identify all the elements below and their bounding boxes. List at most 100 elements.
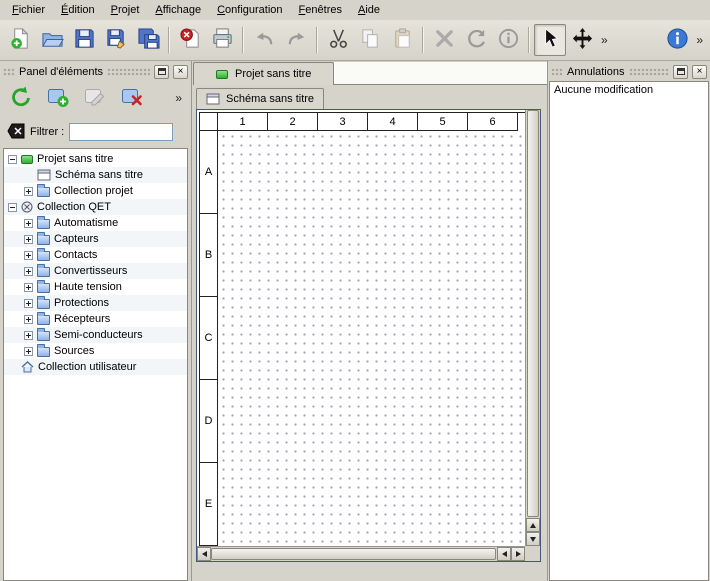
- column-header: 4: [368, 113, 418, 131]
- edit-element-button[interactable]: [80, 83, 110, 113]
- expand-toggle[interactable]: [24, 219, 33, 228]
- collapse-toggle[interactable]: [8, 203, 17, 212]
- undo-dock-title: Annulations: [567, 66, 625, 78]
- scissors-icon: [327, 27, 350, 53]
- tree-item-recepteurs[interactable]: Récepteurs: [4, 311, 187, 327]
- menu-affichage[interactable]: Affichage: [147, 1, 209, 19]
- delete-element-button[interactable]: [117, 83, 147, 113]
- dock-float-button[interactable]: [673, 65, 688, 79]
- expand-toggle[interactable]: [24, 331, 33, 340]
- save-all-button[interactable]: [132, 24, 164, 56]
- undo-list[interactable]: Aucune modification: [549, 81, 709, 581]
- toolbar-overflow-chevron[interactable]: »: [598, 33, 611, 47]
- tree-item-automatisme[interactable]: Automatisme: [4, 215, 187, 231]
- expand-toggle[interactable]: [24, 347, 33, 356]
- redo-button[interactable]: [280, 24, 312, 56]
- menu-configuration[interactable]: Configuration: [209, 1, 290, 19]
- close-icon: ×: [697, 67, 703, 77]
- scroll-right-button[interactable]: [511, 547, 525, 561]
- undo-dock-titlebar[interactable]: Annulations ×: [548, 63, 710, 80]
- elements-tree: Projet sans titre Schéma sans titre Coll…: [3, 148, 188, 581]
- tree-item-schema[interactable]: Schéma sans titre: [4, 167, 187, 183]
- tree-item-haute-tension[interactable]: Haute tension: [4, 279, 187, 295]
- move-mode-button[interactable]: [566, 24, 598, 56]
- horizontal-scrollbar-thumb[interactable]: [211, 548, 496, 560]
- schema-canvas[interactable]: 1 2 3 4 5 6 A B C D: [197, 110, 525, 546]
- open-project-button[interactable]: [36, 24, 68, 56]
- dock-close-button[interactable]: ×: [692, 65, 707, 79]
- reload-collections-button[interactable]: [6, 83, 36, 113]
- menu-fichier[interactable]: Fichier: [4, 1, 53, 19]
- new-document-button[interactable]: [4, 24, 36, 56]
- tree-item-protections[interactable]: Protections: [4, 295, 187, 311]
- tree-item-capteurs[interactable]: Capteurs: [4, 231, 187, 247]
- dock-close-button[interactable]: ×: [173, 65, 188, 79]
- scroll-left-button-2[interactable]: [497, 547, 511, 561]
- schema-view: 1 2 3 4 5 6 A B C D: [196, 109, 541, 562]
- save-as-button[interactable]: [100, 24, 132, 56]
- schema-tab-label: Schéma sans titre: [226, 93, 314, 105]
- tree-item-sources[interactable]: Sources: [4, 343, 187, 359]
- tab-schema[interactable]: Schéma sans titre: [196, 88, 324, 109]
- menu-projet[interactable]: Projet: [103, 1, 148, 19]
- open-folder-icon: [41, 27, 64, 53]
- toolbar-overflow-right-chevron[interactable]: »: [693, 33, 706, 47]
- collapse-toggle[interactable]: [8, 155, 17, 164]
- elements-panel-titlebar[interactable]: Panel d'éléments ×: [0, 63, 191, 80]
- tree-item-contacts[interactable]: Contacts: [4, 247, 187, 263]
- tree-item-collection-utilisateur[interactable]: Collection utilisateur: [4, 359, 187, 375]
- tree-item-convertisseurs[interactable]: Convertisseurs: [4, 263, 187, 279]
- tree-item-label: Collection utilisateur: [38, 361, 140, 373]
- rotate-button[interactable]: [460, 24, 492, 56]
- delete-button[interactable]: [428, 24, 460, 56]
- scroll-up-button[interactable]: [526, 518, 540, 532]
- new-element-button[interactable]: [43, 83, 73, 113]
- expand-toggle[interactable]: [24, 251, 33, 260]
- tree-item-label: Contacts: [54, 249, 101, 261]
- print-button[interactable]: [206, 24, 238, 56]
- save-button[interactable]: [68, 24, 100, 56]
- about-qet-button[interactable]: [661, 24, 693, 56]
- elements-panel-toolbar: »: [0, 80, 191, 116]
- expand-toggle[interactable]: [24, 315, 33, 324]
- rotate-icon: [465, 27, 488, 53]
- horizontal-scrollbar[interactable]: [197, 546, 525, 561]
- arrow-left-icon: [202, 551, 207, 557]
- scroll-left-button[interactable]: [197, 547, 211, 561]
- tree-item-semi-conducteurs[interactable]: Semi-conducteurs: [4, 327, 187, 343]
- arrow-down-icon: [530, 537, 536, 542]
- undo-button[interactable]: [248, 24, 280, 56]
- toolbar-separator: [422, 27, 424, 53]
- dock-float-button[interactable]: [154, 65, 169, 79]
- expand-toggle[interactable]: [24, 283, 33, 292]
- folder-icon: [37, 187, 50, 197]
- close-project-button[interactable]: [174, 24, 206, 56]
- tree-item-project[interactable]: Projet sans titre: [4, 151, 187, 167]
- vertical-scrollbar[interactable]: [525, 110, 540, 546]
- floppy-pencil-icon: [105, 27, 128, 53]
- elements-toolbar-overflow-chevron[interactable]: »: [172, 91, 185, 105]
- menu-fenetres[interactable]: Fenêtres: [291, 1, 350, 19]
- project-pane: Schéma sans titre 1 2 3 4 5 6: [193, 85, 547, 581]
- cut-button[interactable]: [322, 24, 354, 56]
- expand-toggle[interactable]: [24, 187, 33, 196]
- tree-item-collection-qet[interactable]: Collection QET: [4, 199, 187, 215]
- vertical-scrollbar-thumb[interactable]: [527, 110, 539, 517]
- menu-edition[interactable]: Édition: [53, 1, 103, 19]
- tab-project[interactable]: Projet sans titre: [193, 62, 334, 85]
- expand-toggle[interactable]: [24, 299, 33, 308]
- dot-grid[interactable]: [219, 132, 525, 546]
- clear-filter-button[interactable]: [6, 124, 25, 140]
- select-mode-button[interactable]: [534, 24, 566, 56]
- copy-button[interactable]: [354, 24, 386, 56]
- paste-button[interactable]: [386, 24, 418, 56]
- scroll-down-button[interactable]: [526, 532, 540, 546]
- expand-toggle[interactable]: [24, 267, 33, 276]
- tree-item-collection-projet[interactable]: Collection projet: [4, 183, 187, 199]
- expand-toggle[interactable]: [24, 235, 33, 244]
- filter-input[interactable]: [69, 123, 173, 141]
- menu-aide[interactable]: Aide: [350, 1, 388, 19]
- element-info-button[interactable]: [492, 24, 524, 56]
- column-header: 5: [418, 113, 468, 131]
- row-header: A: [200, 131, 217, 214]
